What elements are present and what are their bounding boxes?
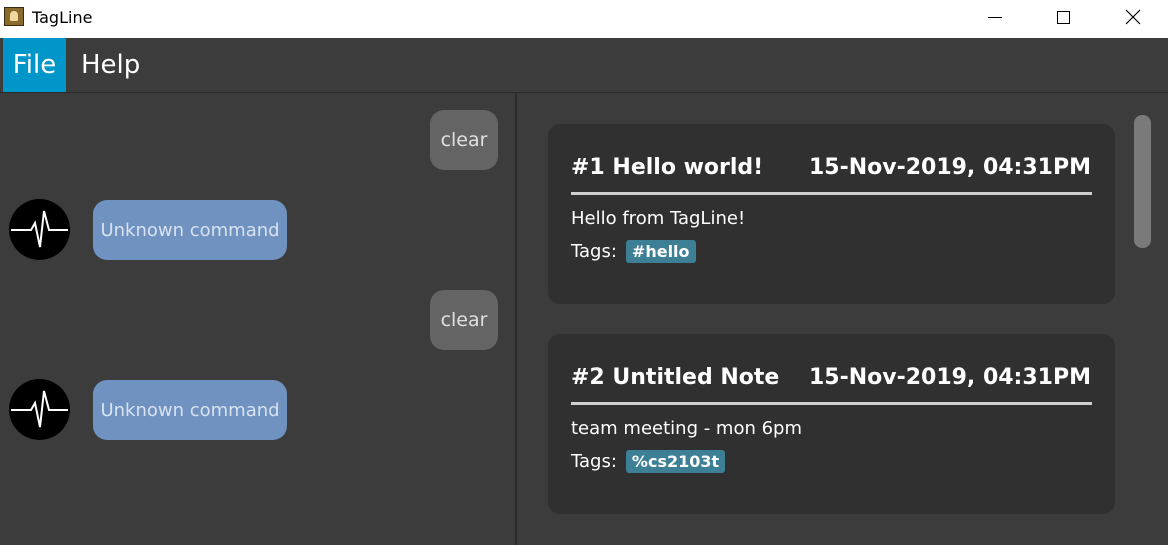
title-bar: TagLine xyxy=(0,0,1168,38)
note-tags: Tags: %cs2103t xyxy=(571,450,726,473)
note-header: #1 Hello world! 15-Nov-2019, 04:31PM xyxy=(571,151,1091,183)
tags-label: Tags: xyxy=(571,241,617,262)
close-button[interactable] xyxy=(1098,0,1168,34)
tag-chip: #hello xyxy=(625,240,696,263)
app-icon xyxy=(4,7,24,26)
note-content: Hello from TagLine! xyxy=(571,208,746,229)
user-message-bubble: clear xyxy=(430,290,498,350)
menu-bar: File Help xyxy=(0,38,1168,93)
note-card[interactable]: #2 Untitled Note 15-Nov-2019, 04:31PM te… xyxy=(548,334,1115,514)
note-tags: Tags: #hello xyxy=(571,240,696,263)
tag-chip: %cs2103t xyxy=(625,450,726,473)
note-content: team meeting - mon 6pm xyxy=(571,418,803,439)
note-card[interactable]: #1 Hello world! 15-Nov-2019, 04:31PM Hel… xyxy=(548,124,1115,304)
pulse-icon xyxy=(11,210,68,248)
note-divider xyxy=(571,192,1092,195)
bot-message-bubble: Unknown command xyxy=(93,200,287,260)
minimize-icon xyxy=(988,16,1002,18)
menu-file[interactable]: File xyxy=(3,38,66,92)
window-title: TagLine xyxy=(32,8,93,27)
maximize-button[interactable] xyxy=(1028,0,1098,34)
note-title: #1 Hello world! xyxy=(571,154,764,180)
maximize-icon xyxy=(1056,10,1070,24)
note-header: #2 Untitled Note 15-Nov-2019, 04:31PM xyxy=(571,361,1091,393)
bot-avatar xyxy=(9,379,70,440)
menu-help[interactable]: Help xyxy=(81,38,140,92)
note-title: #2 Untitled Note xyxy=(571,364,780,390)
note-timestamp: 15-Nov-2019, 04:31PM xyxy=(808,154,1091,180)
bot-message-bubble: Unknown command xyxy=(93,380,287,440)
note-divider xyxy=(571,402,1092,405)
bot-avatar xyxy=(9,199,70,260)
user-message-bubble: clear xyxy=(430,110,498,170)
note-timestamp: 15-Nov-2019, 04:31PM xyxy=(808,364,1091,390)
pulse-icon xyxy=(11,390,68,428)
close-icon xyxy=(1125,9,1141,25)
minimize-button[interactable] xyxy=(960,0,1030,34)
tags-label: Tags: xyxy=(571,451,617,472)
notes-scrollbar[interactable] xyxy=(1134,115,1151,248)
